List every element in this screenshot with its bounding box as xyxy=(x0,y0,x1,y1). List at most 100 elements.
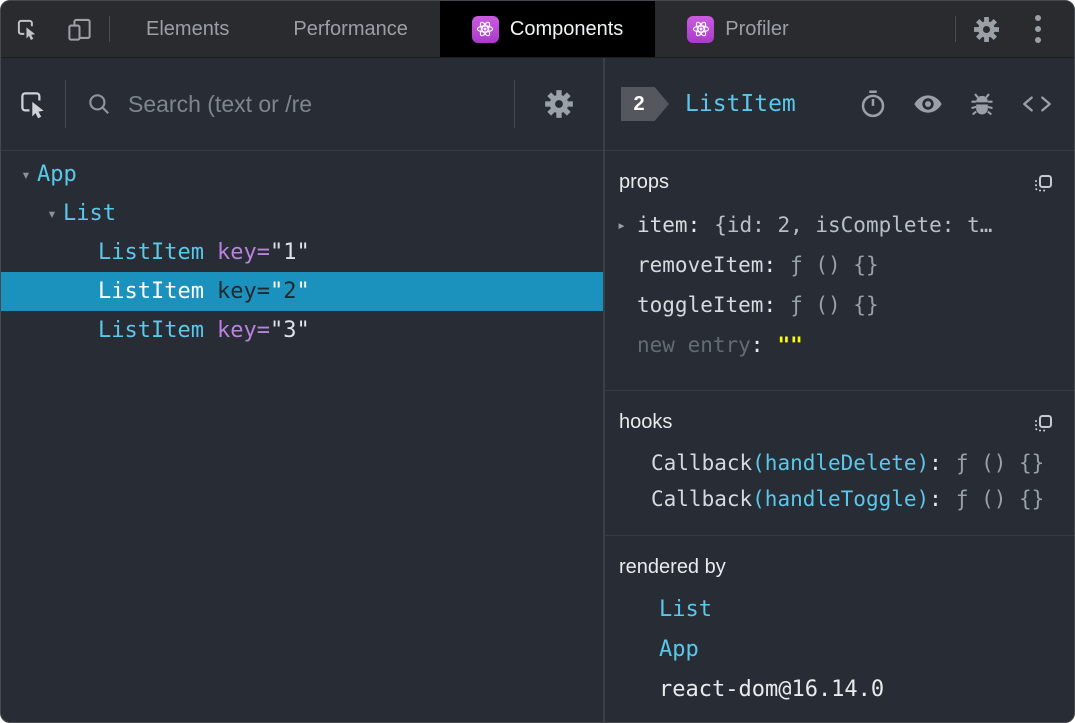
prop-value: {id: 2, isComplete: t… xyxy=(714,213,993,237)
owner-link[interactable]: List xyxy=(659,597,712,622)
chevron-down-icon[interactable]: ▾ xyxy=(15,165,37,184)
tree-toolbar xyxy=(1,58,603,151)
prop-row-item[interactable]: ▸ item: {id: 2, isComplete: t… xyxy=(615,205,1060,245)
component-name: ListItem xyxy=(98,279,204,304)
prop-value: ƒ () {} xyxy=(790,293,879,317)
hook-value: ƒ () {} xyxy=(955,451,1045,475)
rendered-by-section: rendered by List App react-dom@16.14.0 xyxy=(605,536,1074,722)
quote: " xyxy=(296,279,310,304)
prop-row-new-entry[interactable]: new entry: "" xyxy=(615,325,1060,365)
inspector-actions xyxy=(858,88,1054,120)
kebab-menu-icon xyxy=(1034,14,1042,44)
toolbar-separator xyxy=(109,16,110,42)
device-toolbar-icon xyxy=(66,16,93,43)
tab-label: Elements xyxy=(146,17,230,40)
tab-label: Performance xyxy=(293,17,408,40)
inspect-cursor-icon xyxy=(14,16,40,42)
copy-props-button[interactable] xyxy=(1032,173,1054,195)
gear-icon xyxy=(544,89,574,119)
hook-row-handledelete[interactable]: Callback (handleDelete): ƒ () {} xyxy=(615,445,1060,481)
selected-component-title: ListItem xyxy=(685,91,796,117)
tree-row-listitem-2-selected[interactable]: ListItem key = " 2 " xyxy=(1,272,603,311)
devtools-top-bar: Elements Performance Components Profiler xyxy=(1,1,1074,58)
prop-name: toggleItem xyxy=(637,293,764,317)
tab-profiler[interactable]: Profiler xyxy=(655,1,820,57)
hooks-section: hooks Callback (handleDelete): ƒ () {} Ca… xyxy=(605,391,1074,536)
quote: " xyxy=(269,279,284,304)
inspect-dom-eye-button[interactable] xyxy=(912,88,944,120)
inspect-element-button[interactable] xyxy=(1,1,53,57)
equals-sign: = xyxy=(256,240,270,265)
rendered-by-section-title: rendered by xyxy=(619,556,726,578)
key-attribute-value: 2 xyxy=(283,279,297,304)
props-section-title: props xyxy=(619,171,670,193)
hook-type: Callback xyxy=(651,451,753,475)
chevron-down-icon[interactable]: ▾ xyxy=(41,204,63,223)
component-name: App xyxy=(37,162,77,187)
select-element-button[interactable] xyxy=(1,87,65,121)
debug-log-bug-button[interactable] xyxy=(968,90,996,118)
copy-hooks-button[interactable] xyxy=(1032,413,1054,435)
devtools-window: Elements Performance Components Profiler… xyxy=(0,0,1075,723)
search-icon xyxy=(86,91,112,117)
renderer-version: react-dom@16.14.0 xyxy=(659,676,885,702)
prop-row-toggleitem[interactable]: toggleItem: ƒ () {} xyxy=(615,285,1060,325)
key-attribute-name: key xyxy=(216,318,257,343)
react-logo-icon xyxy=(687,15,715,43)
tab-label: Profiler xyxy=(725,17,789,40)
devtools-menu-button[interactable] xyxy=(1012,1,1064,57)
new-entry-name-input[interactable]: new entry xyxy=(637,333,751,357)
component-tree: ▾ App ▾ List ListItem key = " 1 " ListIt… xyxy=(1,151,603,722)
prop-value: ƒ () {} xyxy=(790,253,879,277)
gear-icon xyxy=(973,16,1000,43)
component-name: ListItem xyxy=(98,240,204,265)
search-input[interactable] xyxy=(128,90,514,118)
prop-row-removeitem[interactable]: removeItem: ƒ () {} xyxy=(615,245,1060,285)
quote: " xyxy=(296,240,310,265)
new-entry-value-input[interactable]: "" xyxy=(777,333,802,357)
props-section: props ▸ item: {id: 2, isComplete: t… rem… xyxy=(605,151,1074,391)
tree-row-app[interactable]: ▾ App xyxy=(1,155,603,194)
owners-stack-badge[interactable]: 2 xyxy=(621,87,669,121)
tab-performance[interactable]: Performance xyxy=(261,1,440,57)
key-attribute-value: 1 xyxy=(283,240,297,265)
tree-row-listitem-3[interactable]: ListItem key = " 3 " xyxy=(1,311,603,350)
quote: " xyxy=(269,240,284,265)
hook-fn-name: (handleToggle) xyxy=(752,487,930,511)
suspend-timer-button[interactable] xyxy=(858,89,888,119)
hook-value: ƒ () {} xyxy=(955,487,1045,511)
inspect-cursor-icon xyxy=(16,87,50,121)
quote: " xyxy=(296,318,310,343)
component-tree-panel: ▾ App ▾ List ListItem key = " 1 " xyxy=(1,58,603,722)
expand-arrow-icon[interactable]: ▸ xyxy=(615,216,637,234)
devtools-settings-button[interactable] xyxy=(960,1,1012,57)
tab-elements[interactable]: Elements xyxy=(114,1,261,57)
react-logo-icon xyxy=(471,15,499,43)
hook-fn-name: (handleDelete) xyxy=(752,451,930,475)
owner-link[interactable]: App xyxy=(659,637,699,662)
toggle-device-toolbar-button[interactable] xyxy=(53,1,105,57)
component-name: List xyxy=(63,201,116,226)
topbar-right-controls xyxy=(951,1,1074,57)
owners-count: 2 xyxy=(633,92,645,115)
prop-name: item xyxy=(637,213,688,237)
rendered-by-list[interactable]: List xyxy=(615,589,1060,629)
component-inspector-panel: 2 ListItem props ▸ item: {id: 2, isComp… xyxy=(605,58,1074,722)
components-panel: ▾ App ▾ List ListItem key = " 1 " xyxy=(1,58,1074,722)
key-attribute-value: 3 xyxy=(283,318,297,343)
key-attribute-name: key xyxy=(216,279,257,304)
view-source-code-button[interactable] xyxy=(1020,91,1054,117)
tree-row-list[interactable]: ▾ List xyxy=(1,194,603,233)
equals-sign: = xyxy=(256,279,270,304)
rendered-by-react-dom: react-dom@16.14.0 xyxy=(615,669,1060,709)
tab-components[interactable]: Components xyxy=(439,1,656,57)
tree-settings-button[interactable] xyxy=(515,89,603,119)
hook-row-handletoggle[interactable]: Callback (handleToggle): ƒ () {} xyxy=(615,481,1060,517)
quote: " xyxy=(269,318,284,343)
tree-row-listitem-1[interactable]: ListItem key = " 1 " xyxy=(1,233,603,272)
rendered-by-app[interactable]: App xyxy=(615,629,1060,669)
toolbar-separator xyxy=(955,16,956,42)
hook-type: Callback xyxy=(651,487,753,511)
inspector-header: 2 ListItem xyxy=(605,58,1074,151)
key-attribute-name: key xyxy=(216,240,257,265)
